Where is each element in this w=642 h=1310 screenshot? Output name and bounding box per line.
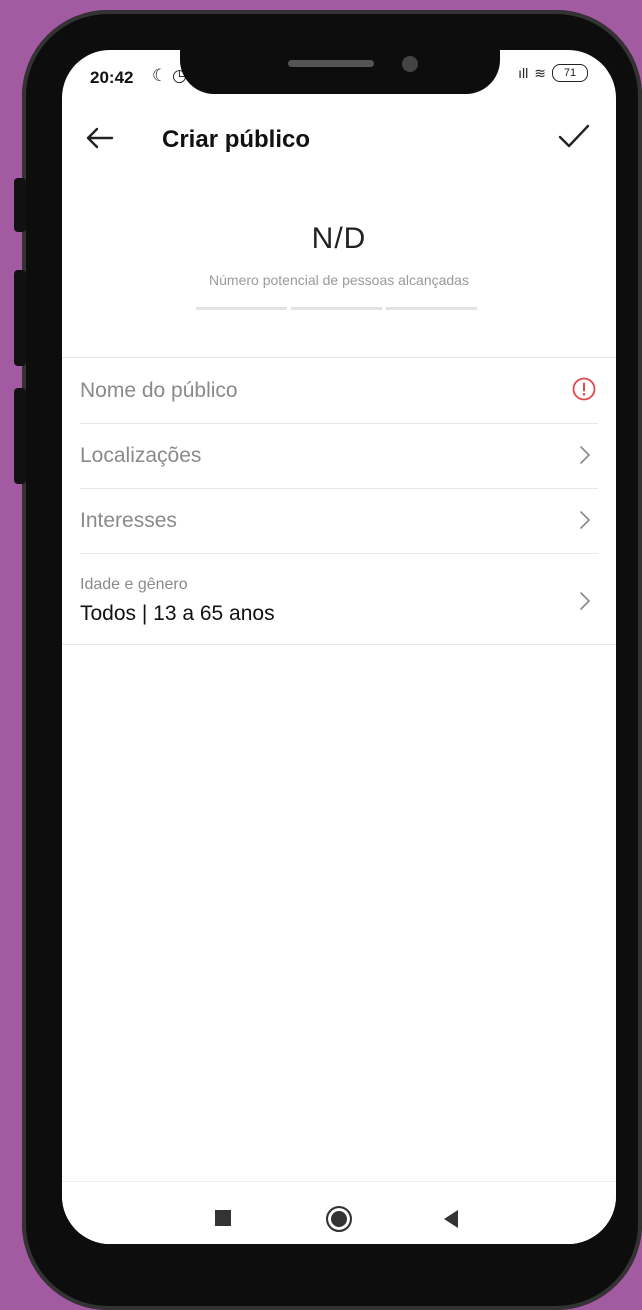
potential-reach-caption: Número potencial de pessoas alcançadas <box>209 272 469 288</box>
signal-icon: ıll <box>518 65 529 81</box>
locations-row[interactable]: Localizações <box>80 424 598 489</box>
warning-icon <box>572 377 596 401</box>
reach-indicator <box>196 307 477 310</box>
locations-label: Localizações <box>80 444 202 467</box>
chevron-right-icon <box>580 511 591 529</box>
page-title: Criar público <box>162 126 311 153</box>
section-divider <box>62 644 616 645</box>
reach-bar-segment <box>196 307 287 310</box>
potential-reach-value: N/D <box>311 222 367 255</box>
interests-row[interactable]: Interesses <box>80 489 598 554</box>
confirm-button[interactable] <box>554 116 594 156</box>
arrow-left-icon <box>86 127 114 149</box>
triangle-back-icon[interactable] <box>444 1210 458 1228</box>
age-gender-label: Idade e gênero <box>80 576 188 593</box>
circle-icon[interactable] <box>326 1206 352 1232</box>
speaker <box>288 60 374 67</box>
phone-side-button <box>14 178 26 232</box>
battery-level: 71 <box>563 67 577 79</box>
phone-screen: 20:42 ☾ ◷ ıll ≋ 71 Criar público N/D Núm… <box>62 50 616 1244</box>
front-camera <box>402 56 418 72</box>
age-gender-value: Todos | 13 a 65 anos <box>80 602 275 625</box>
system-nav-bar <box>62 1181 616 1244</box>
chevron-right-icon <box>580 446 591 464</box>
phone-side-button <box>14 270 26 366</box>
chevron-right-icon <box>580 592 591 610</box>
audience-name-label: Nome do público <box>80 379 238 402</box>
status-time: 20:42 <box>90 68 134 87</box>
phone-side-button <box>14 388 26 484</box>
app-header: Criar público <box>62 112 616 168</box>
battery-icon: 71 <box>552 64 588 82</box>
age-gender-row[interactable]: Idade e gênero Todos | 13 a 65 anos <box>80 554 598 644</box>
reach-bar-segment <box>386 307 477 310</box>
interests-label: Interesses <box>80 509 177 532</box>
wifi-icon: ≋ <box>534 64 546 81</box>
camera-notch <box>180 50 500 94</box>
reach-bar-segment <box>291 307 382 310</box>
back-button[interactable] <box>80 118 120 158</box>
square-icon[interactable] <box>215 1210 231 1226</box>
status-right-icons: ıll ≋ 71 <box>518 64 588 82</box>
section-divider <box>62 357 616 358</box>
audience-name-field[interactable]: Nome do público <box>80 359 598 424</box>
checkmark-icon <box>558 124 590 148</box>
